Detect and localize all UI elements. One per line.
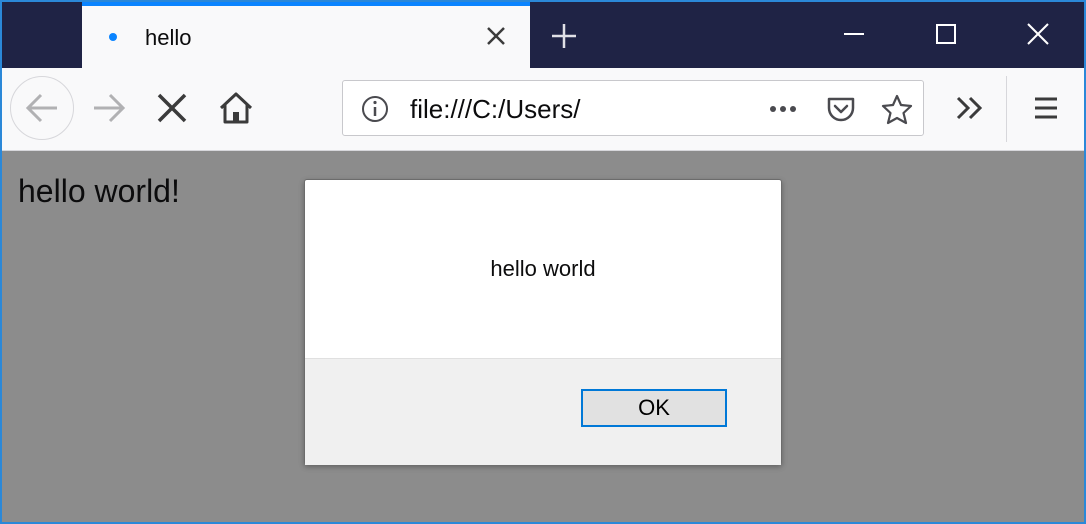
arrow-right-icon[interactable] [84, 84, 132, 132]
tab-close-icon[interactable] [482, 22, 510, 50]
url-bar[interactable]: file:///C:/Users/ [342, 80, 924, 136]
page-content: hello world! hello world OK [2, 151, 1084, 522]
alert-dialog: hello world OK [304, 179, 782, 465]
dialog-message: hello world [490, 256, 596, 281]
toolbar-separator [1006, 76, 1007, 142]
loading-dot-icon [109, 33, 117, 41]
plus-icon[interactable] [548, 20, 580, 52]
dialog-footer: OK [305, 358, 781, 465]
more-horizontal-icon[interactable] [767, 93, 799, 125]
browser-window: hello file:///C:/Users/ hello world! hel… [0, 0, 1086, 524]
pocket-icon[interactable] [825, 93, 857, 125]
navigation-toolbar: file:///C:/Users/ [2, 68, 1084, 151]
close-icon[interactable] [1018, 14, 1058, 54]
info-icon[interactable] [359, 93, 391, 125]
stop-icon[interactable] [148, 84, 196, 132]
url-input[interactable]: file:///C:/Users/ [410, 94, 580, 124]
chevron-double-right-icon[interactable] [946, 84, 994, 132]
ok-button[interactable]: OK [581, 389, 727, 427]
arrow-left-icon[interactable] [10, 76, 74, 140]
title-bar: hello [2, 2, 1084, 68]
tab-title: hello [145, 25, 192, 50]
home-icon[interactable] [212, 84, 260, 132]
hamburger-menu-icon[interactable] [1022, 84, 1070, 132]
tab-hello[interactable]: hello [82, 2, 530, 68]
tab-strip-spacer [2, 2, 80, 68]
star-icon[interactable] [881, 93, 913, 125]
tab-active-indicator [82, 2, 530, 6]
page-body-text: hello world! [18, 173, 180, 209]
maximize-icon[interactable] [926, 14, 966, 54]
minimize-icon[interactable] [834, 14, 874, 54]
